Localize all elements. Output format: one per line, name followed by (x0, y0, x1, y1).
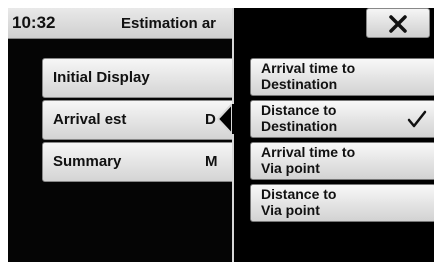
summary-value: M (205, 153, 218, 170)
close-icon (389, 15, 407, 33)
clock: 10:32 (12, 13, 56, 32)
summary-label: Summary (53, 153, 122, 170)
option-label: Distance to Via point (261, 186, 337, 218)
checkmark-icon (407, 110, 427, 128)
initial-display-label: Initial Display (53, 69, 150, 86)
summary-button[interactable]: Summary M (42, 142, 244, 182)
header-bar: 10:32 Estimation ar (8, 8, 236, 39)
estimation-settings-panel: 10:32 Estimation ar Initial Display Arri… (8, 8, 244, 262)
page-title: Estimation ar (121, 15, 217, 32)
popup-pointer (216, 104, 238, 134)
screen: 10:32 Estimation ar Initial Display Arri… (0, 0, 442, 270)
option-label: Distance to Destination (261, 102, 338, 134)
option-label: Arrival time to Destination (261, 60, 356, 92)
option-distance-destination[interactable]: Distance to Destination (250, 100, 434, 138)
option-label: Arrival time to Via point (261, 144, 356, 176)
close-button[interactable] (366, 8, 430, 38)
option-arrival-time-via-point[interactable]: Arrival time to Via point (250, 142, 434, 180)
nav-display: 10:32 Estimation ar Initial Display Arri… (8, 8, 434, 262)
initial-display-button[interactable]: Initial Display (42, 58, 244, 98)
option-arrival-time-destination[interactable]: Arrival time to Destination (250, 58, 434, 96)
arrival-estimation-label: Arrival est (53, 111, 127, 128)
option-distance-via-point[interactable]: Distance to Via point (250, 184, 434, 222)
